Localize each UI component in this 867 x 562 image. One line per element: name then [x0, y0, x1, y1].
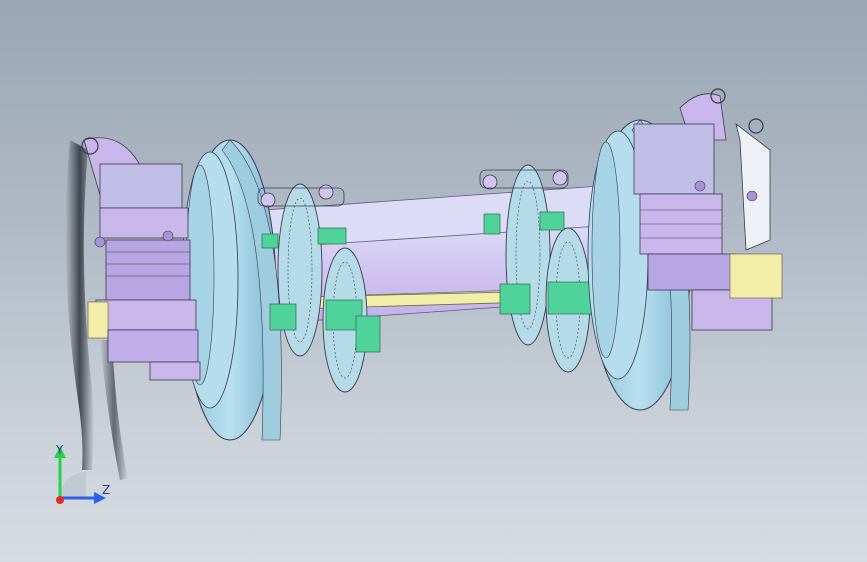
triad-plane [60, 472, 86, 498]
x-axis-dot [56, 496, 64, 504]
bogie-3d-model[interactable] [0, 0, 867, 562]
left-axle-box[interactable] [81, 137, 201, 381]
left-wheel[interactable] [181, 139, 282, 441]
graphics-viewport[interactable]: Y Z [0, 0, 867, 562]
coordinate-triad [54, 446, 106, 504]
y-axis-label: Y [56, 443, 64, 457]
z-axis-label: Z [102, 483, 111, 497]
